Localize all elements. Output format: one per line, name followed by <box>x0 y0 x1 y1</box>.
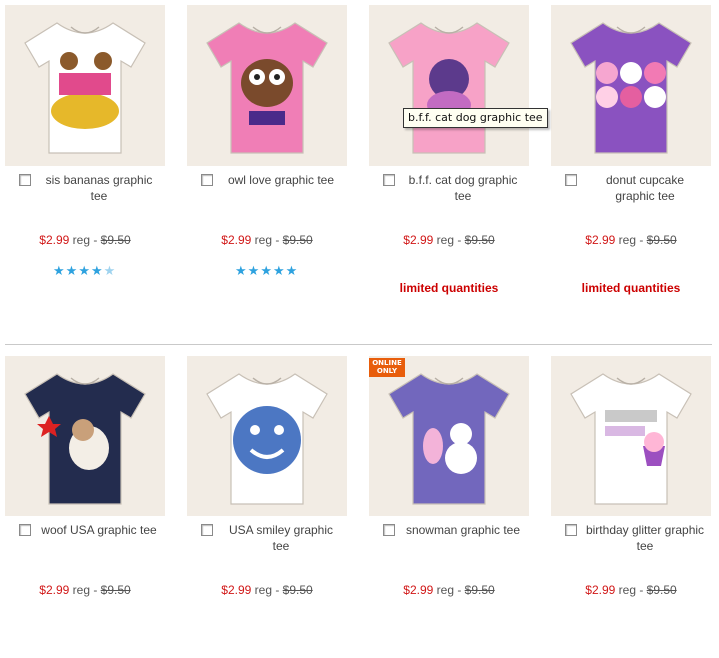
product-image[interactable] <box>551 356 711 516</box>
sale-price: $2.99 <box>585 233 616 247</box>
product-photo <box>388 22 510 154</box>
reg-label: reg - <box>72 233 101 247</box>
rating-stars[interactable]: ★★★★★ <box>53 262 116 278</box>
price-line: $2.99 reg - $9.50 <box>5 233 165 247</box>
product-card: woof USA graphic tee $2.99 reg - $9.50 <box>5 348 165 658</box>
reg-label: reg - <box>254 583 283 597</box>
tooltip: b.f.f. cat dog graphic tee <box>403 108 548 128</box>
product-name-link[interactable]: owl love graphic tee <box>195 172 343 188</box>
product-card: birthday glitter graphic tee $2.99 reg -… <box>551 348 711 658</box>
star-icon: ★ <box>260 263 272 278</box>
original-price: $9.50 <box>282 233 313 247</box>
row-divider <box>5 344 712 345</box>
sale-price: $2.99 <box>39 233 70 247</box>
star-icon: ★ <box>53 263 65 278</box>
limited-quantities-label: limited quantities <box>399 281 499 295</box>
reg-label: reg - <box>254 233 283 247</box>
star-icon: ★ <box>247 263 260 278</box>
product-name-link[interactable]: USA smiley graphic tee <box>195 522 343 554</box>
price-line: $2.99 reg - $9.50 <box>187 583 347 597</box>
sale-price: $2.99 <box>39 583 70 597</box>
product-name-link[interactable]: snowman graphic tee <box>377 522 525 538</box>
product-name-link[interactable]: donut cupcake graphic tee <box>559 172 707 204</box>
product-grid: sis bananas graphic tee $2.99 reg - $9.5… <box>0 0 719 621</box>
compare-checkbox[interactable] <box>201 524 213 536</box>
original-price: $9.50 <box>100 233 131 247</box>
product-image[interactable] <box>5 356 165 516</box>
product-photo <box>206 373 328 505</box>
reg-label: reg - <box>436 233 465 247</box>
price-line: $2.99 reg - $9.50 <box>187 233 347 247</box>
product-card: donut cupcake graphic tee $2.99 reg - $9… <box>551 0 711 310</box>
compare-checkbox[interactable] <box>565 524 577 536</box>
sale-price: $2.99 <box>585 583 616 597</box>
sale-price: $2.99 <box>403 583 434 597</box>
reg-label: reg - <box>618 233 647 247</box>
product-image[interactable] <box>187 356 347 516</box>
sale-price: $2.99 <box>403 233 434 247</box>
reg-label: reg - <box>618 583 647 597</box>
product-card: sis bananas graphic tee $2.99 reg - $9.5… <box>5 0 165 310</box>
star-icon: ★ <box>65 263 78 278</box>
product-card: USA smiley graphic tee $2.99 reg - $9.50 <box>187 348 347 658</box>
product-photo <box>570 373 692 505</box>
star-icon: ★ <box>78 263 90 278</box>
product-card: b.f.f. cat dog graphic tee $2.99 reg - $… <box>369 0 529 310</box>
reg-label: reg - <box>72 583 101 597</box>
sale-price: $2.99 <box>221 233 252 247</box>
price-line: $2.99 reg - $9.50 <box>5 583 165 597</box>
rating-stars[interactable]: ★★★★★ <box>235 262 298 278</box>
reg-label: reg - <box>436 583 465 597</box>
compare-checkbox[interactable] <box>201 174 213 186</box>
product-photo <box>24 373 146 505</box>
star-icon: ★ <box>285 263 298 278</box>
product-card: snowman graphic tee $2.99 reg - $9.50 <box>369 348 529 658</box>
star-icon: ★ <box>235 263 247 278</box>
product-name-link[interactable]: b.f.f. cat dog graphic tee <box>377 172 525 204</box>
star-icon: ★ <box>103 263 116 278</box>
price-line: $2.99 reg - $9.50 <box>369 233 529 247</box>
compare-checkbox[interactable] <box>383 174 395 186</box>
product-photo <box>206 22 328 154</box>
price-line: $2.99 reg - $9.50 <box>551 233 711 247</box>
original-price: $9.50 <box>100 583 131 597</box>
sale-price: $2.99 <box>221 583 252 597</box>
product-image[interactable] <box>369 356 529 516</box>
product-row-1: sis bananas graphic tee $2.99 reg - $9.5… <box>0 0 719 310</box>
original-price: $9.50 <box>646 583 677 597</box>
product-photo <box>24 22 146 154</box>
original-price: $9.50 <box>646 233 677 247</box>
online-only-badge: ONLINE ONLY <box>369 358 405 377</box>
product-photo <box>570 22 692 154</box>
product-image[interactable] <box>187 5 347 166</box>
star-icon: ★ <box>90 263 103 278</box>
product-image[interactable] <box>551 5 711 166</box>
original-price: $9.50 <box>464 583 495 597</box>
compare-checkbox[interactable] <box>19 174 31 186</box>
product-row-2: woof USA graphic tee $2.99 reg - $9.50 U… <box>0 348 719 658</box>
compare-checkbox[interactable] <box>383 524 395 536</box>
product-name-link[interactable]: sis bananas graphic tee <box>13 172 161 204</box>
compare-checkbox[interactable] <box>19 524 31 536</box>
limited-quantities-label: limited quantities <box>581 281 681 295</box>
product-image[interactable] <box>369 5 529 166</box>
product-name-link[interactable]: birthday glitter graphic tee <box>559 522 707 554</box>
price-line: $2.99 reg - $9.50 <box>369 583 529 597</box>
product-image[interactable] <box>5 5 165 166</box>
badge-line-2: ONLY <box>376 367 398 375</box>
compare-checkbox[interactable] <box>565 174 577 186</box>
product-name-link[interactable]: woof USA graphic tee <box>13 522 161 538</box>
original-price: $9.50 <box>282 583 313 597</box>
product-card: owl love graphic tee $2.99 reg - $9.50 ★… <box>187 0 347 310</box>
badge-line-1: ONLINE <box>372 359 402 367</box>
price-line: $2.99 reg - $9.50 <box>551 583 711 597</box>
original-price: $9.50 <box>464 233 495 247</box>
star-icon: ★ <box>272 263 285 278</box>
product-photo <box>388 373 510 505</box>
